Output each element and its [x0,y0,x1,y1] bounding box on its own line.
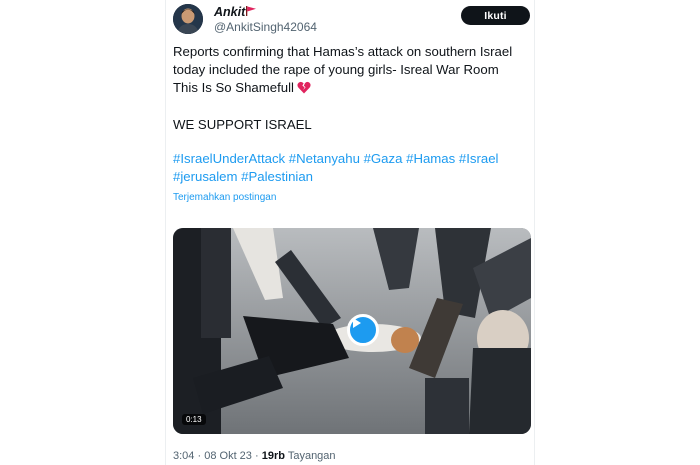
play-button[interactable] [347,314,379,346]
video-duration: 0:13 [182,414,206,425]
post-time[interactable]: 3:04 [173,450,194,462]
hashtags-line-1[interactable]: #IsraelUnderAttack #Netanyahu #Gaza #Ham… [173,150,535,168]
play-icon [353,318,361,328]
tweet-metadata: 3:04 · 08 Okt 23 · 19rb Tayangan [173,450,336,462]
tweet-card: Ankit @AnkitSingh42064 Ikuti Reports con… [165,0,535,465]
avatar[interactable] [173,4,203,34]
author-name[interactable]: Ankit [214,5,245,19]
author-handle[interactable]: @AnkitSingh42064 [214,20,317,34]
hashtags-line-2[interactable]: #jerusalem #Palestinian [173,168,535,186]
card-border-left [165,0,166,465]
meta-separator: · [197,450,202,462]
broken-heart-icon [297,81,311,98]
tweet-text-line-4: WE SUPPORT ISRAEL [173,117,312,132]
tweet-text-line-3-text: This Is So Shamefull [173,80,294,95]
translate-post-link[interactable]: Terjemahkan postingan [173,192,276,203]
views-count: 19rb [261,450,285,462]
meta-separator-2: · [254,450,259,462]
post-date[interactable]: 08 Okt 23 [204,450,252,462]
tweet-text-line-3: This Is So Shamefull [173,79,535,98]
views-label: Tayangan [287,450,336,462]
video-media[interactable]: 0:13 [173,228,531,434]
follow-button[interactable]: Ikuti [461,6,530,25]
tweet-text-line-1: Reports confirming that Hamas’s attack o… [173,44,513,59]
tweet-text-line-2: today included the rape of young girls- … [173,62,499,77]
